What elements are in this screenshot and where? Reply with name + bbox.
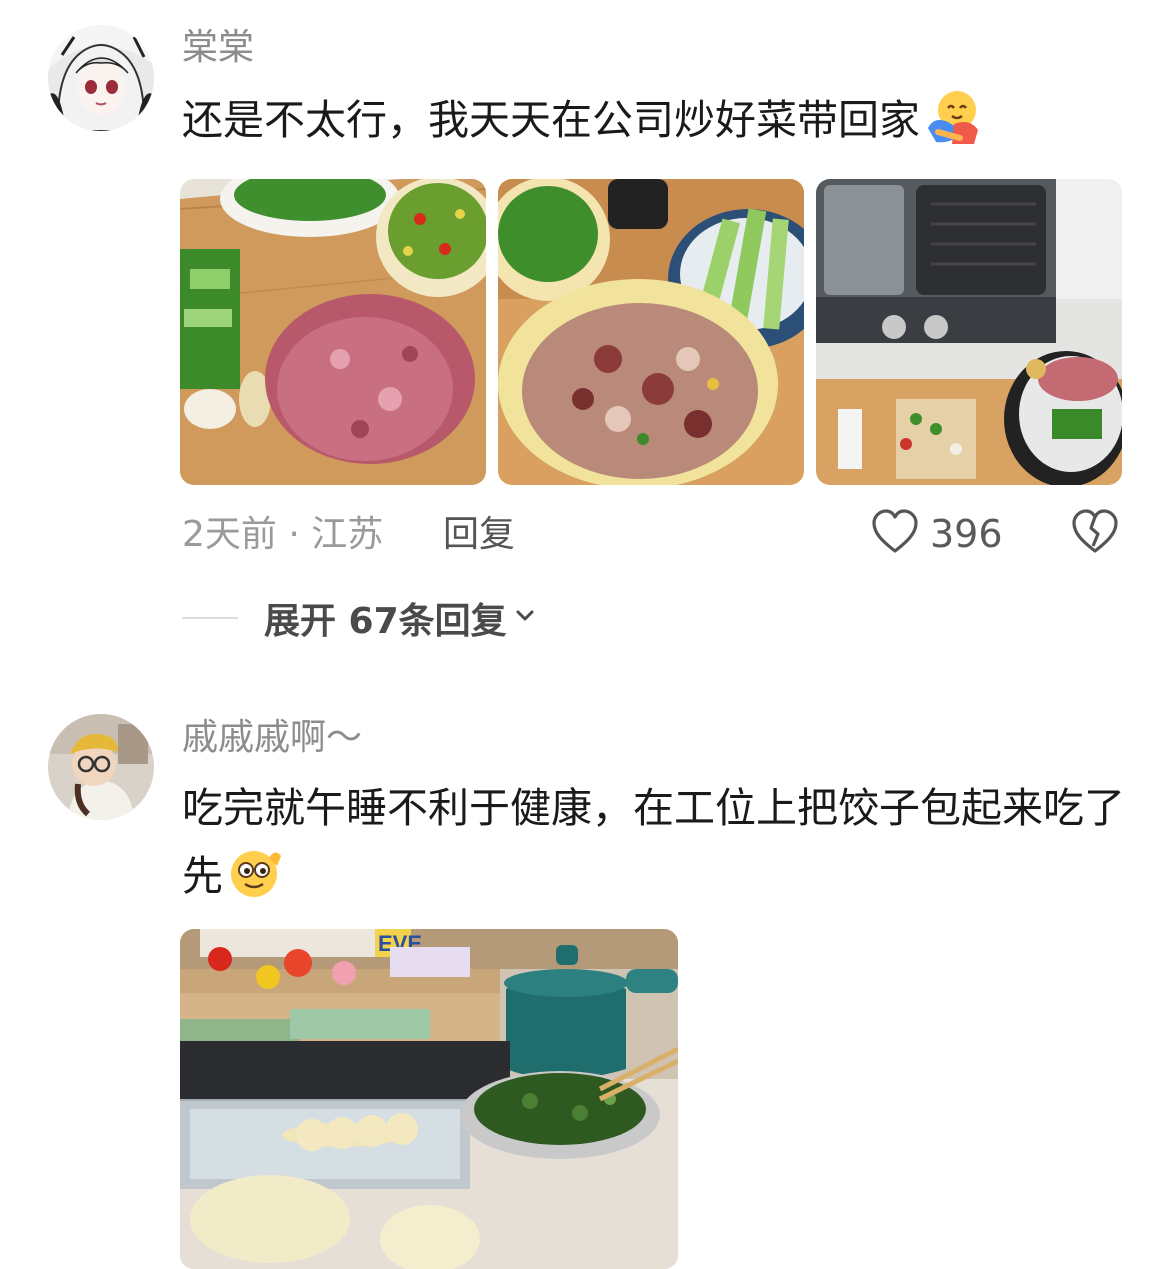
dislike-button[interactable] bbox=[1070, 508, 1120, 560]
chevron-down-icon bbox=[513, 604, 537, 632]
comment-photo[interactable]: EVE bbox=[180, 929, 678, 1269]
reply-button[interactable]: 回复 bbox=[443, 513, 515, 557]
expand-replies-label: 展开 67条回复 bbox=[264, 601, 507, 642]
time-location: 2天前 · 江苏 bbox=[182, 514, 384, 555]
comment-photo[interactable] bbox=[816, 179, 1122, 485]
comment-body: 还是不太行，我天天在公司炒好菜带回家 bbox=[182, 96, 920, 144]
comment-photo[interactable] bbox=[498, 179, 804, 485]
avatar[interactable] bbox=[48, 25, 154, 131]
comment-text: 吃完就午睡不利于健康，在工位上把饺子包起来吃了先 bbox=[182, 774, 1142, 910]
username[interactable]: 戚戚戚啊～ bbox=[182, 716, 362, 760]
cheeky-face-emoji-icon bbox=[227, 844, 285, 902]
hugging-face-emoji-icon bbox=[924, 88, 982, 146]
comment-body: 吃完就午睡不利于健康，在工位上把饺子包起来吃了先 bbox=[182, 784, 1125, 900]
heart-icon bbox=[870, 508, 920, 560]
comment-photo[interactable] bbox=[180, 179, 486, 485]
like-button[interactable]: 396 bbox=[870, 506, 1003, 562]
comment-text: 还是不太行，我天天在公司炒好菜带回家 bbox=[182, 86, 1142, 154]
like-count: 396 bbox=[930, 512, 1003, 556]
expand-replies-button[interactable]: 展开 67条回复 bbox=[182, 592, 537, 644]
avatar[interactable] bbox=[48, 714, 154, 820]
broken-heart-icon bbox=[1070, 509, 1120, 560]
divider bbox=[182, 617, 238, 619]
username[interactable]: 棠棠 bbox=[182, 26, 254, 70]
